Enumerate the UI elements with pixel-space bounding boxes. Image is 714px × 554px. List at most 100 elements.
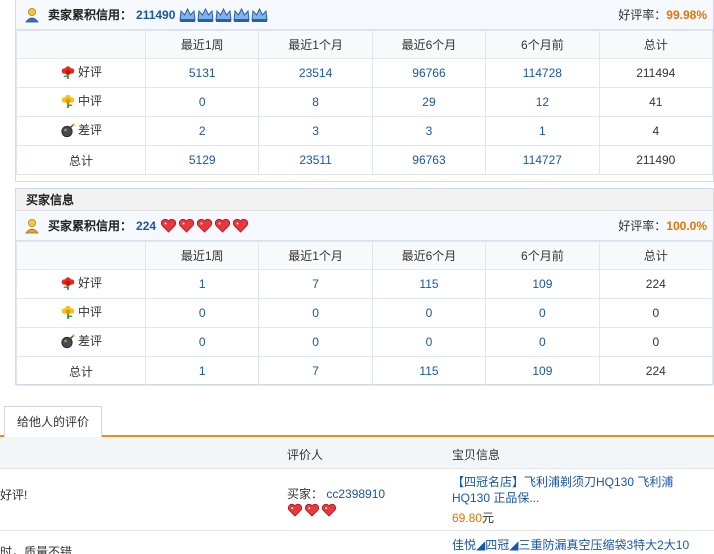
reviewer-heart-badges[interactable] [287,503,385,517]
item-title-link[interactable]: 【四冠名店】飞利浦剃须刀HQ130 飞利浦HQ130 正品保... [452,475,673,505]
stat-link[interactable]: 0 [144,298,260,328]
review-tabs: 给他人的评价 [0,404,714,439]
stat-link[interactable]: 0 [371,327,487,357]
seller-credit-score-link[interactable]: 211490 [136,8,175,22]
stat-link[interactable]: 0 [144,87,260,117]
header-cell: 最近1周 [144,241,260,270]
stat-link[interactable]: 3 [371,116,487,146]
bad-bomb-icon [61,123,75,137]
red-heart-icon [287,503,303,517]
buyer-stats-table: 最近1周 最近1个月 最近6个月 6个月前 总计 好评 1 7 115 109 … [16,241,714,386]
seller-credit-panel: 卖家累积信用： 211490 好评率：99.98% 最近1周 最近1个月 最近6… [15,0,714,182]
price-unit: 元 [482,511,495,525]
stat-link[interactable]: 1 [144,269,260,299]
seller-credit-label: 卖家累积信用： [48,8,133,22]
blue-crown-icon [215,7,232,22]
stat-link[interactable]: 114728 [485,58,600,88]
seller-crown-badges[interactable] [179,7,268,23]
review-comment: 好评! [0,488,28,502]
list-item: 好评! 买家： cc2398910 【四冠名店】飞利浦剃须刀HQ130 飞利浦H… [0,469,714,531]
row-label: 差评 [77,123,102,138]
stat-link[interactable]: 0 [371,298,487,328]
row-label: 中评 [77,94,102,109]
buyer-heart-badges[interactable] [160,218,249,233]
header-cell: 总计 [598,241,714,270]
row-label-cell: 好评 [16,58,146,88]
blue-crown-icon [251,7,268,22]
stat-link[interactable]: 0 [485,298,600,328]
price-value: 69.80 [452,511,483,525]
neutral-flower-icon [61,305,75,319]
tab-given-reviews[interactable]: 给他人的评价 [4,406,102,439]
stat-link[interactable]: 2 [144,116,260,146]
seller-rate-label: 好评率： [618,8,667,22]
table-row-bad: 差评 2 3 3 1 4 [16,116,714,146]
stat-link[interactable]: 5129 [144,145,260,175]
table-row-neutral: 中评 0 8 29 12 41 [16,87,714,117]
stat-link[interactable]: 96763 [371,145,487,175]
stat-link[interactable]: 0 [485,327,600,357]
stat-link[interactable]: 3 [258,116,373,146]
table-row-total: 总计 1 7 115 109 224 [16,356,714,386]
header-cell [16,30,146,59]
stat-link[interactable]: 7 [258,356,373,386]
stat-link[interactable]: 8 [258,87,373,117]
header-cell: 最近1个月 [258,241,373,270]
row-label: 好评 [77,276,102,291]
stat-link[interactable]: 23514 [258,58,373,88]
stat-link[interactable]: 1 [144,356,260,386]
stat-link[interactable]: 7 [258,269,373,299]
red-heart-icon [233,218,249,233]
item-title-link[interactable]: 佳悦◢四冠◢三重防漏真空压缩袋3特大2大10 [452,536,689,553]
stat-link[interactable]: 109 [485,269,600,299]
stat-link[interactable]: 0 [258,298,373,328]
header-cell [16,241,146,270]
stat-value: 224 [598,269,714,299]
header-cell: 最近6个月 [371,30,487,59]
stat-link[interactable]: 29 [371,87,487,117]
header-cell: 6个月前 [485,241,600,270]
row-label-cell: 差评 [16,116,146,146]
row-label-cell: 中评 [16,298,146,328]
reviewer-prefix: 买家： [287,487,324,501]
stat-link[interactable]: 115 [371,356,487,386]
buyer-credit-label: 买家累积信用： [48,219,133,233]
stat-link[interactable]: 5131 [144,58,260,88]
item-info: 【四冠名店】飞利浦剃须刀HQ130 飞利浦HQ130 正品保... 69.80元 [452,474,702,526]
column-header-item: 宝贝信息 [452,448,501,462]
stat-link[interactable]: 0 [258,327,373,357]
review-comment: 时，质量不错 [0,545,73,554]
buyer-rate-value: 100.0% [666,219,707,233]
reviewer-info: 买家： cc2398910 [287,485,385,517]
stat-link[interactable]: 114727 [485,145,600,175]
seller-stats-table: 最近1周 最近1个月 最近6个月 6个月前 总计 好评 5131 23514 9… [16,30,714,175]
blue-crown-icon [197,7,214,22]
stat-link[interactable]: 0 [144,327,260,357]
buyer-credit-bar: 买家累积信用： 224 好评率：100.0% [16,211,713,241]
row-label-cell: 差评 [16,327,146,357]
row-label-cell: 中评 [16,87,146,117]
stat-link[interactable]: 96766 [371,58,487,88]
blue-crown-icon [233,7,250,22]
seller-person-icon [24,7,40,23]
table-row-good: 好评 5131 23514 96766 114728 211494 [16,58,714,88]
stat-link[interactable]: 1 [485,116,600,146]
stat-link[interactable]: 12 [485,87,600,117]
stat-link[interactable]: 109 [485,356,600,386]
header-cell: 最近6个月 [371,241,487,270]
stat-value: 0 [598,327,714,357]
red-heart-icon [215,218,231,233]
stat-link[interactable]: 115 [371,269,487,299]
buyer-credit-score-link[interactable]: 224 [136,219,156,233]
header-cell: 最近1个月 [258,30,373,59]
column-header-reviewer: 评价人 [287,448,324,462]
reviewer-name-link[interactable]: cc2398910 [326,487,385,501]
list-item: 时，质量不错 佳悦◢四冠◢三重防漏真空压缩袋3特大2大10 [0,531,714,554]
seller-credit-bar: 卖家累积信用： 211490 好评率：99.98% [16,0,713,30]
table-header-row: 最近1周 最近1个月 最近6个月 6个月前 总计 [16,30,714,59]
table-row-total: 总计 5129 23511 96763 114727 211490 [16,145,714,175]
stat-link[interactable]: 23511 [258,145,373,175]
review-list-header: 评价人 宝贝信息 [0,437,714,469]
red-heart-icon [304,503,320,517]
row-label: 总计 [16,145,146,175]
